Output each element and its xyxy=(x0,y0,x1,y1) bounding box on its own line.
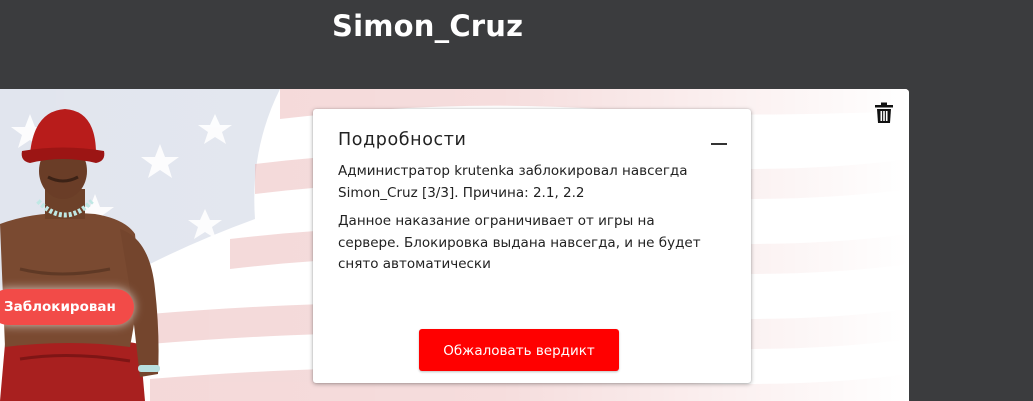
details-title: Подробности xyxy=(338,130,467,150)
status-badge: Заблокирован xyxy=(0,289,134,325)
appeal-button[interactable]: Обжаловать вердикт xyxy=(419,329,619,371)
avatar xyxy=(0,109,160,401)
details-card: Подробности Администратор krutenka забло… xyxy=(313,109,751,383)
ban-info-text: Администратор krutenka заблокировал навс… xyxy=(338,163,688,201)
page-title: Simon_Cruz xyxy=(332,9,524,43)
ban-description-text: Данное наказание ограничивает от игры на… xyxy=(338,213,701,272)
trash-icon[interactable] xyxy=(874,102,894,124)
minus-icon[interactable] xyxy=(711,143,727,145)
